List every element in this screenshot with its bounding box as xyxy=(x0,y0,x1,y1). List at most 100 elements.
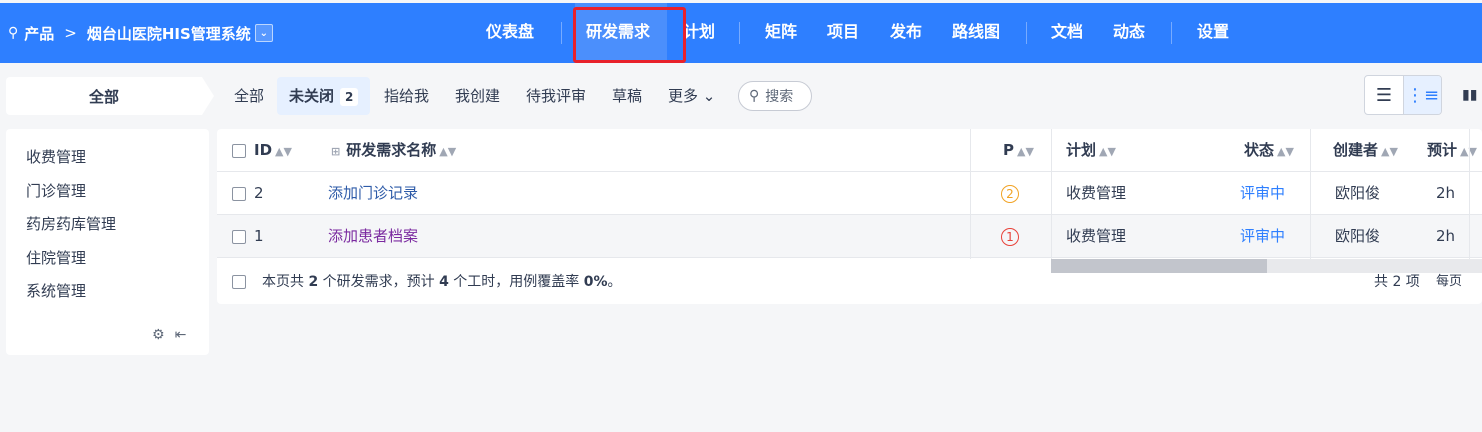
story-table: ID▲▼ ⊞研发需求名称▲▼ P▲▼ 计划▲▼ 状态▲▼ 创建者▲▼ 预计▲▼ … xyxy=(217,129,1482,304)
tab-assigned-to-me[interactable]: 指给我 xyxy=(384,77,429,115)
footer-count: 2 xyxy=(308,274,319,290)
footer-coverage: 0% xyxy=(583,274,608,290)
nav-divider xyxy=(561,22,562,44)
filter-bar: 全部 全部 未关闭 2 指给我 我创建 待我评审 草稿 更多 ⌄ ⚲ 搜索 ☰ ⋮… xyxy=(0,63,1482,129)
header-status[interactable]: 状态 ▲▼ xyxy=(1244,129,1294,172)
footer-checkbox[interactable] xyxy=(232,275,246,289)
footer-text: 本页共 xyxy=(262,274,309,290)
tab-draft[interactable]: 草稿 xyxy=(612,77,642,115)
header-plan[interactable]: 计划 ▲▼ xyxy=(1066,129,1116,172)
expand-plus-icon[interactable]: ⊞ xyxy=(331,145,340,158)
search-label: 搜索 xyxy=(765,89,794,105)
nav-release[interactable]: 发布 xyxy=(890,3,922,63)
footer-text: 。 xyxy=(607,274,622,290)
row-estimate: 2h xyxy=(1436,184,1456,202)
footer-text: 个工时，用例覆盖率 xyxy=(448,274,584,290)
sidebar-item-billing[interactable]: 收费管理 xyxy=(26,146,86,167)
sort-icon: ▲▼ xyxy=(275,145,292,158)
row-plan: 收费管理 xyxy=(1066,227,1127,245)
nav-dashboard[interactable]: 仪表盘 xyxy=(486,3,534,63)
header-status-label: 状态 xyxy=(1244,141,1275,159)
collapse-left-icon[interactable]: ⇤ xyxy=(175,327,197,343)
report-chart-icon[interactable]: ▮▮ xyxy=(1462,87,1477,103)
tab-more[interactable]: 更多 ⌄ xyxy=(668,77,715,115)
header-priority[interactable]: P ▲▼ xyxy=(1003,129,1034,172)
chevron-down-icon: ⌄ xyxy=(702,87,716,105)
table-footer: 本页共 2 个研发需求，预计 4 个工时，用例覆盖率 0%。 共 2 项 每页 … xyxy=(217,260,1482,304)
highlight-box xyxy=(573,7,686,63)
sort-icon: ▲▼ xyxy=(1277,145,1294,158)
nav-matrix[interactable]: 矩阵 xyxy=(765,3,797,63)
view-toggle: ☰ ⋮≡ xyxy=(1364,75,1442,115)
header-name-label: 研发需求名称 xyxy=(346,141,437,159)
header-estimate-label: 预计 xyxy=(1427,141,1458,159)
footer-hours: 4 xyxy=(439,274,449,290)
nav-divider xyxy=(739,22,740,44)
nav-project[interactable]: 项目 xyxy=(827,3,859,63)
column-divider xyxy=(1310,129,1311,259)
column-divider xyxy=(1051,129,1052,259)
table-row[interactable]: 1 添加患者档案 1 收费管理 评审中 欧阳俊 2h xyxy=(217,215,1482,258)
sidebar-item-outpatient[interactable]: 门诊管理 xyxy=(26,180,86,201)
top-navbar: ⚲ 产品 > 烟台山医院HIS管理系统 ⌄ 仪表盘 研发需求 计划 矩阵 项目 … xyxy=(0,3,1482,63)
sidebar-item-pharmacy[interactable]: 药房药库管理 xyxy=(26,213,116,234)
module-sidebar: 收费管理 门诊管理 药房药库管理 住院管理 系统管理 ⚙⇤ xyxy=(6,129,209,355)
row-id-value: 2 xyxy=(254,184,264,202)
nav-plan[interactable]: 计划 xyxy=(683,3,715,63)
sort-icon: ▲▼ xyxy=(439,145,457,158)
tab-created-by-me[interactable]: 我创建 xyxy=(455,77,500,115)
row-id: 2 xyxy=(232,172,264,215)
gear-icon[interactable]: ⚙ xyxy=(152,327,175,343)
column-divider xyxy=(970,129,971,259)
status-badge: 评审中 xyxy=(1240,227,1286,245)
tab-unclosed[interactable]: 未关闭 2 xyxy=(277,77,371,115)
pager-total: 共 2 项 xyxy=(1374,274,1420,290)
nav-docs[interactable]: 文档 xyxy=(1051,3,1083,63)
header-creator[interactable]: 创建者 ▲▼ xyxy=(1333,129,1398,172)
nav-roadmap[interactable]: 路线图 xyxy=(952,3,1000,63)
sidebar-item-inpatient[interactable]: 住院管理 xyxy=(26,247,86,268)
nav-dynamics[interactable]: 动态 xyxy=(1113,3,1145,63)
select-all-checkbox[interactable] xyxy=(232,143,246,158)
sidebar-item-system[interactable]: 系统管理 xyxy=(26,280,86,301)
row-creator: 欧阳俊 xyxy=(1335,227,1381,245)
header-priority-label: P xyxy=(1003,141,1014,159)
pager-per-page[interactable]: 每页 20 xyxy=(1436,260,1482,304)
table-row[interactable]: 2 添加门诊记录 2 收费管理 评审中 欧阳俊 2h xyxy=(217,172,1482,215)
tab-count-badge: 2 xyxy=(340,88,359,106)
tab-unclosed-label: 未关闭 xyxy=(289,87,335,105)
header-id[interactable]: ID ▲▼ xyxy=(232,129,292,172)
row-checkbox[interactable] xyxy=(232,229,246,244)
story-name-link[interactable]: 添加患者档案 xyxy=(328,215,418,258)
story-name-link[interactable]: 添加门诊记录 xyxy=(328,172,418,215)
nav-divider xyxy=(1026,22,1027,44)
sort-icon: ▲▼ xyxy=(1099,145,1116,158)
tree-view-icon[interactable]: ⋮≡ xyxy=(1402,76,1441,114)
module-all-button[interactable]: 全部 xyxy=(6,77,214,115)
list-view-icon[interactable]: ☰ xyxy=(1365,76,1403,114)
priority-badge: 2 xyxy=(1001,184,1019,203)
row-priority: 2 xyxy=(1001,172,1019,215)
tab-all[interactable]: 全部 xyxy=(234,77,264,115)
row-creator: 欧阳俊 xyxy=(1335,184,1381,202)
sort-icon: ▲▼ xyxy=(1381,145,1398,158)
table-header-row: ID▲▼ ⊞研发需求名称▲▼ P▲▼ 计划▲▼ 状态▲▼ 创建者▲▼ 预计▲▼ xyxy=(217,129,1482,172)
main-nav: 仪表盘 研发需求 计划 矩阵 项目 发布 路线图 文档 动态 设置 xyxy=(0,3,1482,63)
header-id-label: ID xyxy=(254,141,273,159)
column-divider xyxy=(1469,129,1470,259)
priority-badge: 1 xyxy=(1001,227,1019,246)
header-creator-label: 创建者 xyxy=(1333,141,1379,159)
status-badge: 评审中 xyxy=(1240,184,1286,202)
row-estimate: 2h xyxy=(1436,227,1456,245)
tab-more-label: 更多 xyxy=(668,87,699,105)
nav-settings[interactable]: 设置 xyxy=(1197,3,1229,63)
sort-icon: ▲▼ xyxy=(1017,145,1034,158)
search-button[interactable]: ⚲ 搜索 xyxy=(738,81,812,111)
header-name[interactable]: ⊞ 研发需求名称 ▲▼ xyxy=(328,129,456,172)
header-plan-label: 计划 xyxy=(1066,141,1097,159)
row-id-value: 1 xyxy=(254,227,264,245)
tab-review-by-me[interactable]: 待我评审 xyxy=(526,77,586,115)
row-checkbox[interactable] xyxy=(232,186,246,201)
footer-text: 个研发需求，预计 xyxy=(318,274,440,290)
search-icon: ⚲ xyxy=(749,88,760,104)
